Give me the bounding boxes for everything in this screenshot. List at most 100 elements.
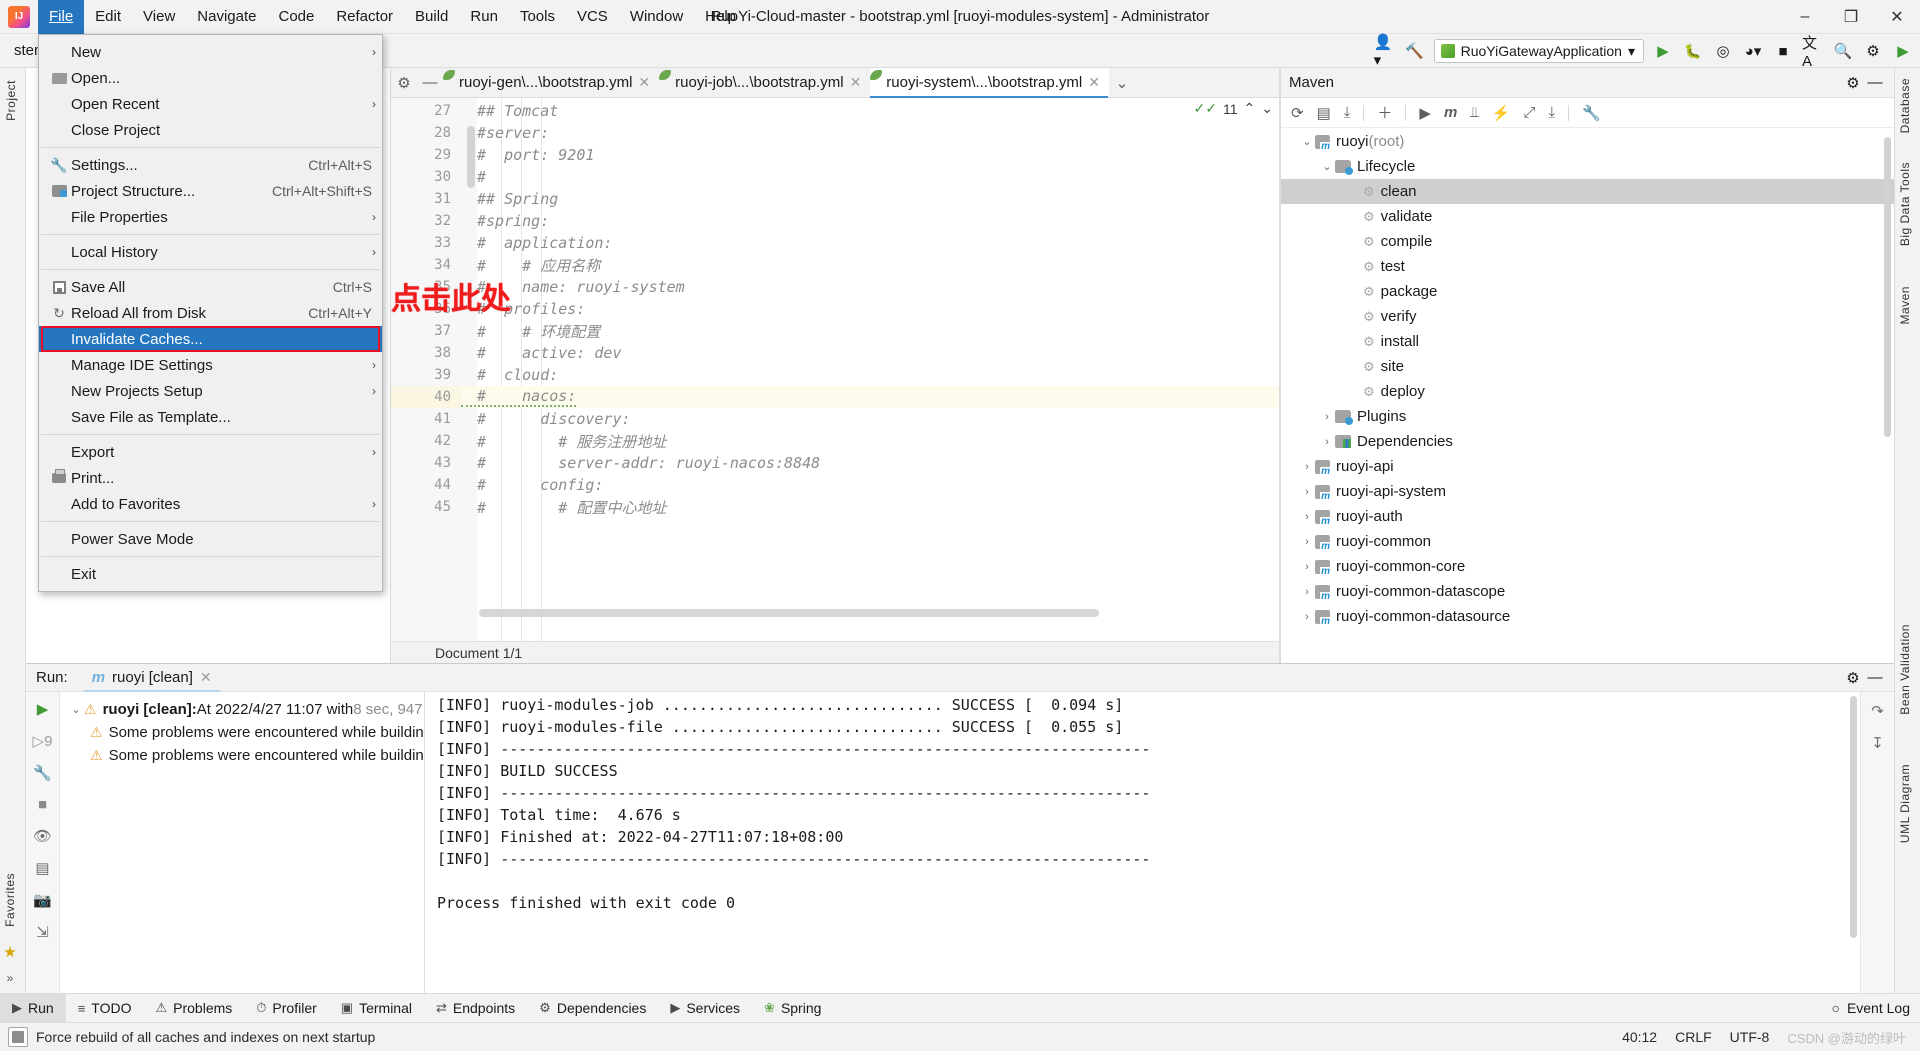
debug-button[interactable]: 🐛 bbox=[1682, 40, 1704, 62]
menu-item-save-all[interactable]: Save All Ctrl+S bbox=[39, 274, 382, 300]
favorites-tool-label[interactable]: Favorites bbox=[3, 867, 17, 933]
maven-goal-install[interactable]: ⚙ install bbox=[1281, 329, 1894, 354]
menu-item-local-history[interactable]: Local History › bbox=[39, 239, 382, 265]
menu-item-manage-ide-settings[interactable]: Manage IDE Settings › bbox=[39, 352, 382, 378]
maven-module-ruoyi-common-core[interactable]: › ruoyi-common-core bbox=[1281, 554, 1894, 579]
console-vertical-scrollbar[interactable] bbox=[1850, 696, 1857, 938]
hide-run-panel-icon[interactable]: — bbox=[1864, 667, 1886, 689]
run-maven-build-icon[interactable]: ▶ bbox=[1419, 104, 1431, 122]
chevron-down-icon[interactable]: ⌄ bbox=[1319, 160, 1335, 173]
maven-goal-verify[interactable]: ⚙ verify bbox=[1281, 304, 1894, 329]
tool-button-todo[interactable]: ≡ TODO bbox=[66, 994, 144, 1023]
export-icon[interactable]: ⇲ bbox=[36, 923, 49, 941]
maximize-button[interactable]: ❐ bbox=[1828, 0, 1874, 34]
build-hammer-icon[interactable]: 🔨 bbox=[1404, 40, 1426, 62]
run-configuration-selector[interactable]: RuoYiGatewayApplication ▾ bbox=[1433, 39, 1644, 63]
tool-button-spring[interactable]: ❀ Spring bbox=[752, 994, 833, 1023]
chevron-right-icon[interactable]: › bbox=[1299, 511, 1315, 523]
tool-button-dependencies[interactable]: ⚙ Dependencies bbox=[527, 994, 658, 1023]
stop-icon[interactable]: ■ bbox=[1772, 40, 1794, 62]
add-maven-project-icon[interactable]: ▤ bbox=[1317, 104, 1331, 122]
chevron-right-icon[interactable]: › bbox=[1299, 561, 1315, 573]
menu-item-open[interactable]: Open... bbox=[39, 65, 382, 91]
chevron-right-icon[interactable]: › bbox=[1319, 436, 1335, 448]
menu-navigate[interactable]: Navigate bbox=[186, 0, 267, 34]
gear-icon[interactable]: ⚙ bbox=[1862, 40, 1884, 62]
maven-goal-clean[interactable]: ⚙ clean bbox=[1281, 179, 1894, 204]
menu-item-invalidate-caches[interactable]: Invalidate Caches... bbox=[39, 326, 382, 352]
user-account-icon[interactable]: 👤▾ bbox=[1374, 34, 1396, 69]
search-icon[interactable]: 🔍 bbox=[1832, 40, 1854, 62]
editor-tab-ruoyi-job[interactable]: ruoyi-job\...\bootstrap.yml ✕ bbox=[659, 68, 870, 97]
download-sources-icon[interactable]: ⤓ bbox=[1344, 104, 1351, 121]
close-icon[interactable]: ✕ bbox=[1088, 74, 1100, 91]
rerun-failed-icon[interactable]: ▷9 bbox=[33, 732, 53, 750]
close-icon[interactable]: ✕ bbox=[638, 74, 650, 91]
hide-editor-icon[interactable]: — bbox=[417, 68, 443, 97]
menu-edit[interactable]: Edit bbox=[84, 0, 132, 34]
toggle-offline-icon[interactable]: ⚡ bbox=[1492, 104, 1511, 122]
maven-module-ruoyi-common-datascope[interactable]: › ruoyi-common-datascope bbox=[1281, 579, 1894, 604]
chevron-down-icon[interactable]: ⌄ bbox=[1109, 68, 1135, 97]
stop-icon[interactable]: ■ bbox=[38, 796, 47, 813]
uml-diagram-tool-button[interactable]: UML Diagram bbox=[1898, 758, 1912, 849]
maven-module-ruoyi-api[interactable]: › ruoyi-api bbox=[1281, 454, 1894, 479]
maven-module-ruoyi-common-datasource[interactable]: › ruoyi-common-datasource bbox=[1281, 604, 1894, 629]
collapse-all-icon[interactable]: ⤓ bbox=[1548, 104, 1555, 121]
bean-validation-tool-button[interactable]: Bean Validation bbox=[1898, 618, 1912, 721]
editor-horizontal-scrollbar[interactable] bbox=[479, 609, 1099, 617]
expand-all-icon[interactable]: ⤢ bbox=[1523, 104, 1535, 121]
menu-item-export[interactable]: Export › bbox=[39, 439, 382, 465]
tool-button-problems[interactable]: ⚠ Problems bbox=[143, 994, 244, 1023]
build-tree-warning-2[interactable]: ⚠ Some problems were encountered while b… bbox=[60, 744, 424, 767]
run-tab-ruoyi-clean[interactable]: m ruoyi [clean] ✕ bbox=[83, 664, 220, 692]
project-tool-button[interactable]: Project bbox=[4, 74, 18, 127]
tool-button-services[interactable]: ▶ Services bbox=[658, 994, 752, 1023]
next-highlight-icon[interactable]: ⌄ bbox=[1261, 100, 1273, 117]
menu-refactor[interactable]: Refactor bbox=[325, 0, 404, 34]
gear-icon[interactable]: ⚙ bbox=[391, 68, 417, 97]
tool-button-run[interactable]: ▶ Run bbox=[0, 993, 66, 1023]
editor-tab-ruoyi-system[interactable]: ruoyi-system\...\bootstrap.yml ✕ bbox=[870, 68, 1109, 98]
menu-tools[interactable]: Tools bbox=[509, 0, 566, 34]
maven-goal-site[interactable]: ⚙ site bbox=[1281, 354, 1894, 379]
maven-goal-validate[interactable]: ⚙ validate bbox=[1281, 204, 1894, 229]
run-button[interactable]: ▶ bbox=[1652, 40, 1674, 62]
maven-node-ruoyi-root[interactable]: ⌄ ruoyi (root) bbox=[1281, 129, 1894, 154]
chevron-down-icon[interactable]: ⌄ bbox=[1299, 135, 1315, 148]
line-separator[interactable]: CRLF bbox=[1675, 1029, 1712, 1045]
maven-settings-icon[interactable]: 🔧 bbox=[1582, 104, 1601, 122]
menu-item-open-recent[interactable]: Open Recent › bbox=[39, 91, 382, 117]
menu-item-new[interactable]: New › bbox=[39, 39, 382, 65]
chevron-down-icon[interactable]: ⌄ bbox=[68, 703, 84, 716]
maven-node-lifecycle[interactable]: ⌄ Lifecycle bbox=[1281, 154, 1894, 179]
menu-item-reload-all-from-disk[interactable]: ↻ Reload All from Disk Ctrl+Alt+Y bbox=[39, 300, 382, 326]
status-indicator-icon[interactable] bbox=[8, 1027, 28, 1047]
event-log-button[interactable]: ○ Event Log bbox=[1831, 1000, 1920, 1016]
menu-item-power-save-mode[interactable]: Power Save Mode bbox=[39, 526, 382, 552]
menu-help[interactable]: Help bbox=[694, 0, 747, 34]
close-icon[interactable]: ✕ bbox=[200, 669, 212, 686]
close-button[interactable]: ✕ bbox=[1874, 0, 1920, 34]
execute-maven-goal-icon[interactable]: m bbox=[1444, 104, 1457, 121]
maven-goal-compile[interactable]: ⚙ compile bbox=[1281, 229, 1894, 254]
bigdata-tool-button[interactable]: Big Data Tools bbox=[1898, 156, 1912, 252]
inspection-widget[interactable]: ✓✓ 11 ⌃ ⌄ bbox=[1194, 100, 1273, 117]
chevron-right-icon[interactable]: › bbox=[1299, 586, 1315, 598]
editor-tab-ruoyi-gen[interactable]: ruoyi-gen\...\bootstrap.yml ✕ bbox=[443, 68, 659, 97]
code-editor[interactable]: ✓✓ 11 ⌃ ⌄ 27 ## Tomcat 28 #server: 29 # por… bbox=[391, 98, 1279, 663]
translate-icon[interactable]: 文A bbox=[1802, 35, 1824, 70]
menu-item-close-project[interactable]: Close Project bbox=[39, 117, 382, 143]
maven-module-ruoyi-common[interactable]: › ruoyi-common bbox=[1281, 529, 1894, 554]
settings-wrench-icon[interactable]: 🔧 bbox=[33, 764, 52, 782]
chevron-right-icon[interactable]: › bbox=[1319, 411, 1335, 423]
menu-item-print[interactable]: Print... bbox=[39, 465, 382, 491]
maven-node-dependencies[interactable]: › Dependencies bbox=[1281, 429, 1894, 454]
menu-run[interactable]: Run bbox=[459, 0, 509, 34]
menu-bar[interactable]: File Edit View Navigate Code Refactor Bu… bbox=[38, 0, 747, 34]
maven-node-plugins[interactable]: › Plugins bbox=[1281, 404, 1894, 429]
reload-icon[interactable]: ⟳ bbox=[1291, 104, 1304, 122]
hide-maven-icon[interactable]: — bbox=[1864, 72, 1886, 94]
rerun-icon[interactable]: ▶ bbox=[37, 700, 49, 718]
maven-goal-test[interactable]: ⚙ test bbox=[1281, 254, 1894, 279]
